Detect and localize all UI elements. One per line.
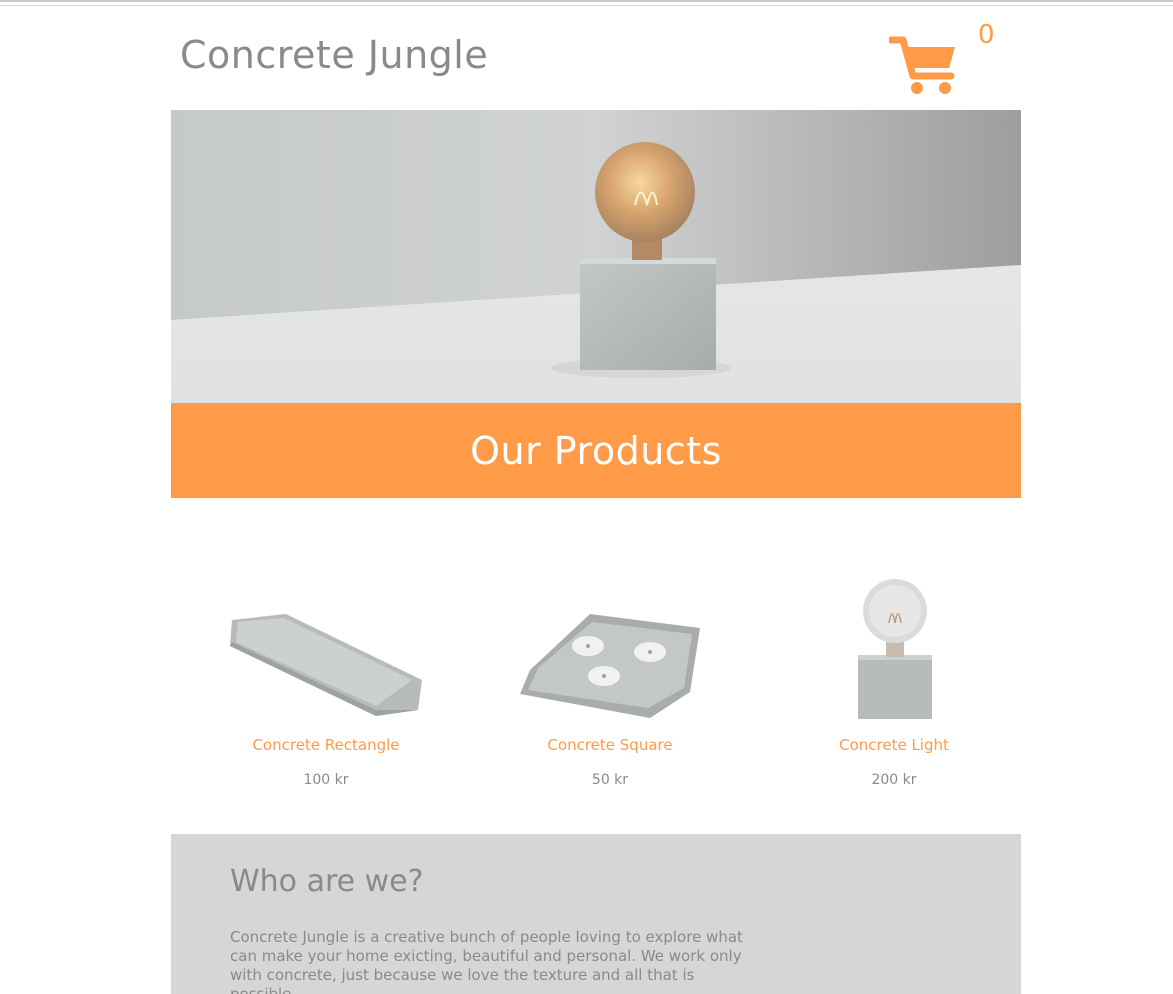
about-text: Concrete Jungle is a creative bunch of p… (230, 928, 743, 994)
products-banner: Our Products (171, 403, 1021, 498)
product-image[interactable] (495, 570, 725, 720)
product-price: 100 kr (303, 772, 349, 788)
shopping-cart-icon[interactable] (887, 34, 969, 104)
product-name[interactable]: Concrete Rectangle (211, 736, 441, 754)
product-card[interactable]: Concrete Rectangle 100 kr (211, 570, 441, 788)
product-price: 200 kr (871, 772, 917, 788)
product-card[interactable]: Concrete Square 50 kr (495, 570, 725, 788)
about-section: Who are we? Concrete Jungle is a creativ… (171, 834, 1021, 994)
cart-count-badge: 0 (978, 20, 995, 50)
site-logo[interactable]: Concrete Jungle (180, 33, 488, 77)
concrete-square-candle-tray (520, 614, 700, 718)
concrete-rectangle-tray (230, 614, 422, 716)
product-image[interactable] (211, 570, 441, 720)
product-name[interactable]: Concrete Light (779, 736, 1009, 754)
product-price: 50 kr (591, 772, 629, 788)
concrete-light-lamp (858, 579, 932, 719)
hero-image (171, 110, 1021, 403)
product-card[interactable]: Concrete Light 200 kr (779, 570, 1009, 788)
page-container: Concrete Jungle 0 Our Products Concrete … (171, 6, 1021, 994)
products-heading: Our Products (470, 428, 722, 473)
concrete-lamp-photo (171, 110, 1021, 403)
product-name[interactable]: Concrete Square (495, 736, 725, 754)
product-image[interactable] (779, 570, 1009, 720)
product-grid: Concrete Rectangle 100 kr Concrete Squar… (171, 498, 1021, 834)
site-header: Concrete Jungle 0 (171, 6, 1021, 110)
about-heading: Who are we? (230, 864, 424, 899)
